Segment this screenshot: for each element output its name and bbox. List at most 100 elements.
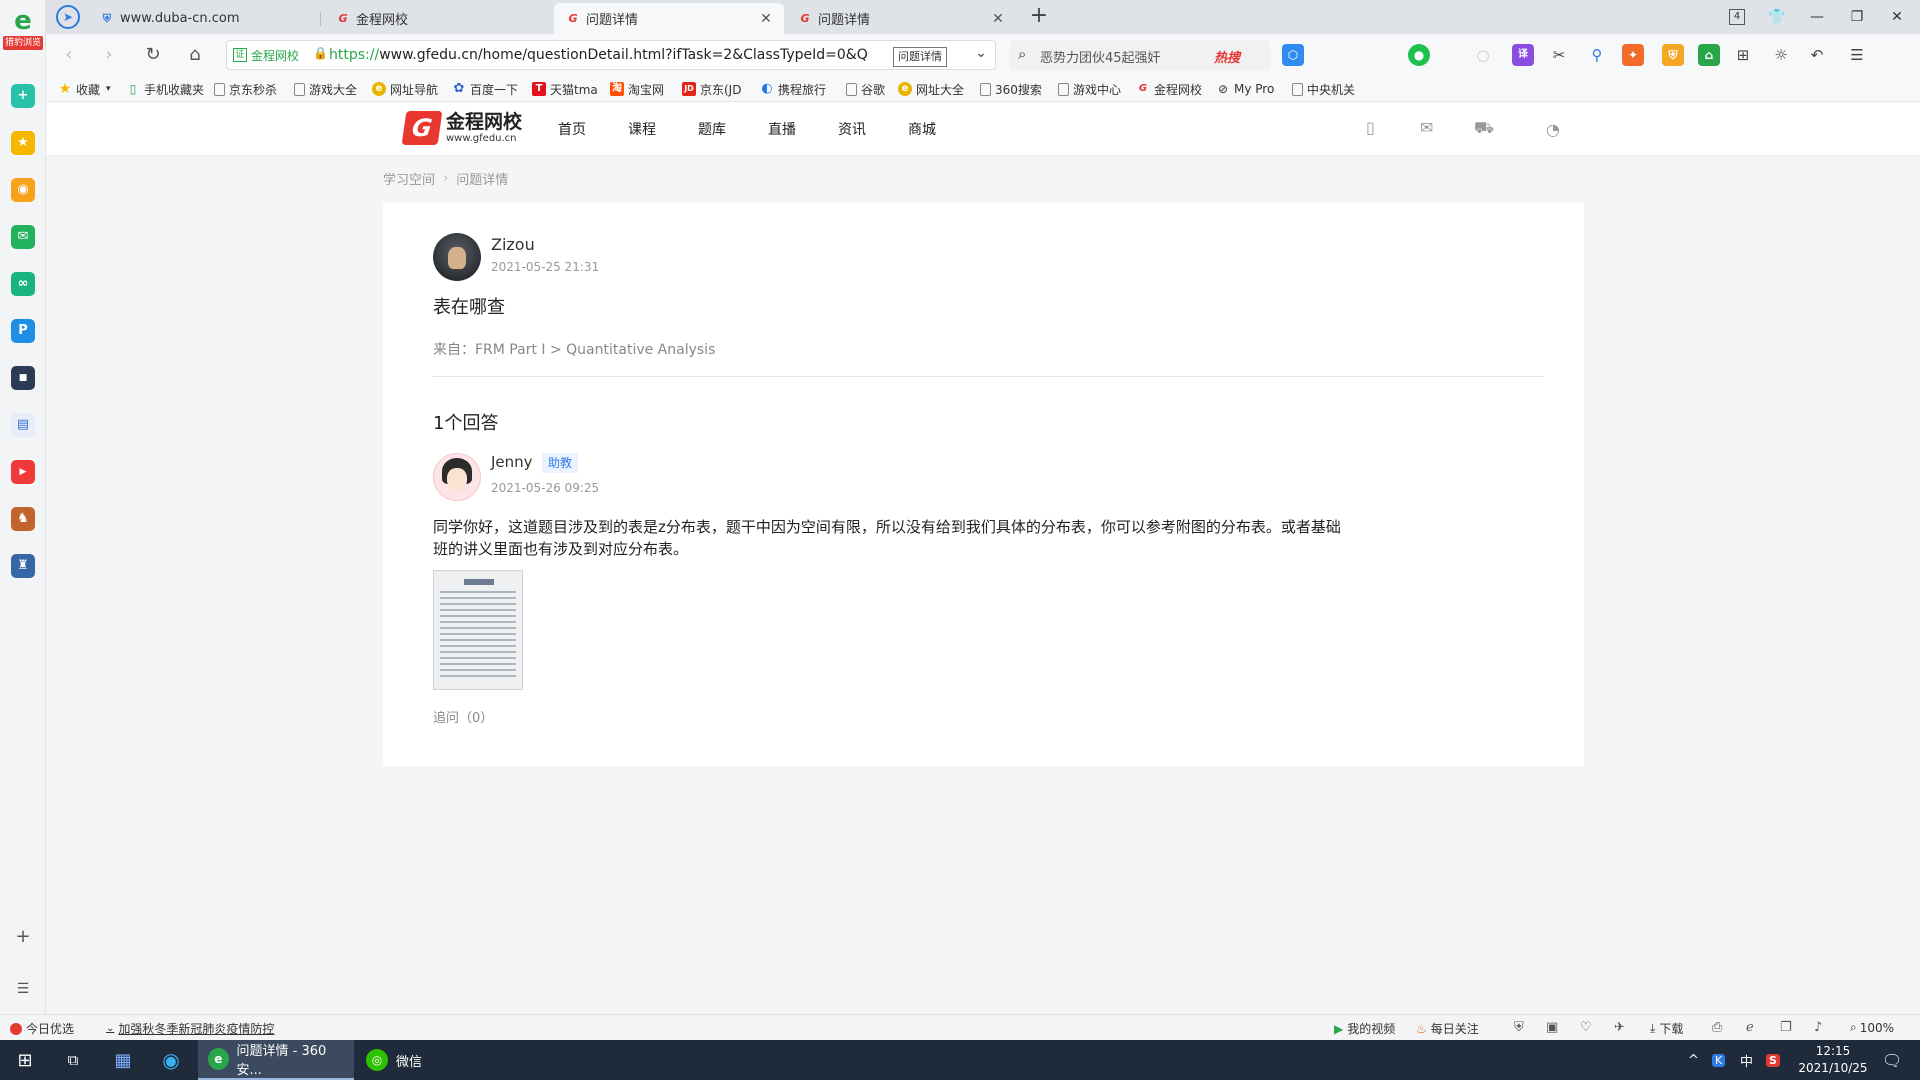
search-query[interactable]: 恶势力团伙45起强奸 (1040, 47, 1170, 66)
status-daily-picks[interactable]: 今日优选 (10, 1020, 74, 1037)
status-daily-focus[interactable]: ♨ 每日关注 (1416, 1020, 1479, 1037)
forward-button[interactable]: › (96, 42, 122, 68)
calculator-icon[interactable]: ▦ (108, 1040, 138, 1080)
grid-icon[interactable]: ⊞ (1732, 44, 1754, 66)
hot-search-label[interactable]: 热搜 (1214, 47, 1240, 66)
wechat-ext-icon[interactable]: ● (1408, 44, 1430, 66)
sidebar-weibo-icon[interactable]: ◉ (11, 178, 35, 202)
tab-question-detail-active[interactable]: G 问题详情 ✕ (554, 3, 784, 34)
bookmark-mypro[interactable]: ⊘ My Pro (1216, 80, 1274, 98)
status-news-link[interactable]: ⌄ 加强秋冬季新冠肺炎疫情防控 (106, 1020, 274, 1037)
heart-icon[interactable]: ♡ (1580, 1020, 1592, 1035)
nav-mall[interactable]: 商城 (908, 119, 936, 139)
sogou-ime-icon[interactable]: S (1766, 1040, 1780, 1080)
reload-button[interactable]: ↻ (140, 42, 166, 68)
new-tab-button[interactable]: + (1026, 4, 1052, 30)
tab-duba[interactable]: ⛨ www.duba-cn.com (88, 3, 316, 34)
taskbar-clock[interactable]: 12:15 2021/10/25 (1788, 1043, 1878, 1077)
window-icon[interactable]: ❐ (1780, 1020, 1792, 1035)
edge-icon[interactable]: ◉ (156, 1040, 186, 1080)
sidebar-video-icon[interactable]: ▶ (11, 460, 35, 484)
windows-start-icon[interactable]: ⊞ (10, 1040, 40, 1080)
back-button[interactable]: ‹ (56, 42, 82, 68)
bookmark-favorites[interactable]: ★ 收藏 ▾ (58, 80, 111, 98)
nav-news[interactable]: 资讯 (838, 119, 866, 139)
image-icon[interactable]: ▣ (1546, 1020, 1558, 1035)
notification-icon[interactable]: 🗨 (1882, 1040, 1902, 1080)
undo-icon[interactable]: ↶ (1806, 44, 1828, 66)
bookmark-jd-seckill[interactable]: 京东秒杀 (214, 80, 277, 98)
translate-icon[interactable]: 译 (1512, 44, 1534, 66)
close-icon[interactable]: ✕ (758, 11, 774, 27)
sidebar-pdf-icon[interactable]: P (11, 319, 35, 343)
nav-home[interactable]: 首页 (558, 119, 586, 139)
bookmark-ctrip[interactable]: ◐ 携程旅行 (760, 80, 826, 98)
ext-dot-icon[interactable]: ○ (1472, 44, 1494, 66)
message-icon[interactable]: ✉ (1420, 118, 1433, 137)
bookmark-mobile[interactable]: ▯ 手机收藏夹 (126, 80, 204, 98)
tab-question-detail[interactable]: G 问题详情 ✕ (786, 3, 1016, 34)
bookmark-games[interactable]: 游戏大全 (294, 80, 357, 98)
menu-icon[interactable]: ☰ (1846, 44, 1868, 66)
skin-icon[interactable]: 👕 (1764, 5, 1790, 29)
bookmark-tmall[interactable]: T 天猫tma (532, 80, 598, 98)
url-text[interactable]: https://www.gfedu.cn/home/questionDetail… (329, 47, 869, 63)
nav-live[interactable]: 直播 (768, 119, 796, 139)
bookmark-google[interactable]: 谷歌 (846, 80, 885, 98)
sidebar-add-app-icon[interactable]: + (11, 84, 35, 108)
taskbar-app-wechat[interactable]: ◎ 微信 (356, 1040, 512, 1080)
sidebar-game-icon[interactable]: ♞ (11, 507, 35, 531)
home-button[interactable]: ⌂ (182, 42, 208, 68)
sidebar-mail-icon[interactable]: ✉ (11, 225, 35, 249)
bookmark-jd[interactable]: JD 京东(JD (682, 80, 741, 98)
shield-icon[interactable]: ⛨ (1514, 1020, 1524, 1035)
browser-nav-icon[interactable]: ➤ (56, 5, 80, 29)
tab-count-button[interactable]: 4 (1724, 5, 1750, 29)
browser-logo[interactable]: e 猎豹浏览 (3, 6, 43, 58)
sidebar-menu-icon[interactable]: ☰ (12, 978, 34, 1000)
nav-courses[interactable]: 课程 (628, 119, 656, 139)
sidebar-add-icon[interactable]: + (12, 926, 34, 948)
game-controller-icon[interactable]: ✦ (1622, 44, 1644, 66)
bookmark-gfedu[interactable]: G 金程网校 (1136, 80, 1202, 98)
status-zoom[interactable]: ⌕ 100% (1850, 1020, 1894, 1035)
rocket-icon[interactable]: ✈ (1614, 1020, 1625, 1035)
question-source[interactable]: 来自：FRM Part I > Quantitative Analysis (433, 339, 715, 359)
followup-link[interactable]: 追问（0） (433, 707, 493, 726)
address-bar[interactable]: 证 金程网校 🔒 https://www.gfedu.cn/home/quest… (226, 40, 996, 70)
task-view-icon[interactable]: ⧉ (58, 1040, 88, 1080)
cart-icon[interactable]: ⛟ (1474, 118, 1494, 139)
extension-icon[interactable]: ⬡ (1282, 44, 1304, 66)
status-my-videos[interactable]: ▶ 我的视频 (1334, 1020, 1395, 1037)
sidebar-news-icon[interactable]: ■ (11, 366, 35, 390)
bookmark-site-directory[interactable]: e 网址大全 (898, 80, 964, 98)
bookmark-nav[interactable]: e 网址导航 (372, 80, 438, 98)
close-window-button[interactable]: ✕ (1884, 5, 1910, 29)
volume-icon[interactable]: ♪ (1814, 1020, 1822, 1035)
brightness-icon[interactable]: ☼ (1770, 44, 1792, 66)
restore-button[interactable]: ❐ (1844, 5, 1870, 29)
ime-indicator[interactable]: 中 (1740, 1040, 1753, 1080)
sidebar-game2-icon[interactable]: ♜ (11, 554, 35, 578)
tray-app-icon[interactable]: K (1712, 1040, 1726, 1080)
bookmark-game-center[interactable]: 游戏中心 (1058, 80, 1121, 98)
browser-search-box[interactable]: ⌕ 恶势力团伙45起强奸 热搜 (1010, 40, 1270, 70)
sidebar-cloud-icon[interactable]: ∞ (11, 272, 35, 296)
taskbar-app-browser[interactable]: e 问题详情 - 360安... (198, 1040, 354, 1080)
sidebar-favorites-icon[interactable]: ★ (11, 131, 35, 155)
minimize-button[interactable]: — (1804, 5, 1830, 29)
ie-mode-icon[interactable]: ℯ (1746, 1020, 1754, 1035)
breadcrumb-study-space[interactable]: 学习空间 (383, 169, 435, 188)
site-logo[interactable]: G 金程网校 www.gfedu.cn (401, 110, 522, 146)
scissors-icon[interactable]: ✂ (1548, 44, 1570, 66)
bookmark-baidu[interactable]: ✿ 百度一下 (452, 80, 518, 98)
shield-ext-icon[interactable]: ⛨ (1662, 44, 1684, 66)
print-icon[interactable]: ⎙ (1712, 1020, 1722, 1035)
bookmark-taobao[interactable]: 淘淘宝网 (610, 80, 664, 98)
attachment-thumbnail[interactable] (433, 570, 523, 690)
bookmark-central-org[interactable]: 中央机关 (1292, 80, 1355, 98)
status-download[interactable]: ⤓ 下载 (1650, 1020, 1683, 1037)
chevron-down-icon[interactable]: ⌄ (975, 45, 987, 61)
magnifier-icon[interactable]: ⚲ (1586, 44, 1608, 66)
tab-gfedu[interactable]: G 金程网校 (324, 3, 552, 34)
